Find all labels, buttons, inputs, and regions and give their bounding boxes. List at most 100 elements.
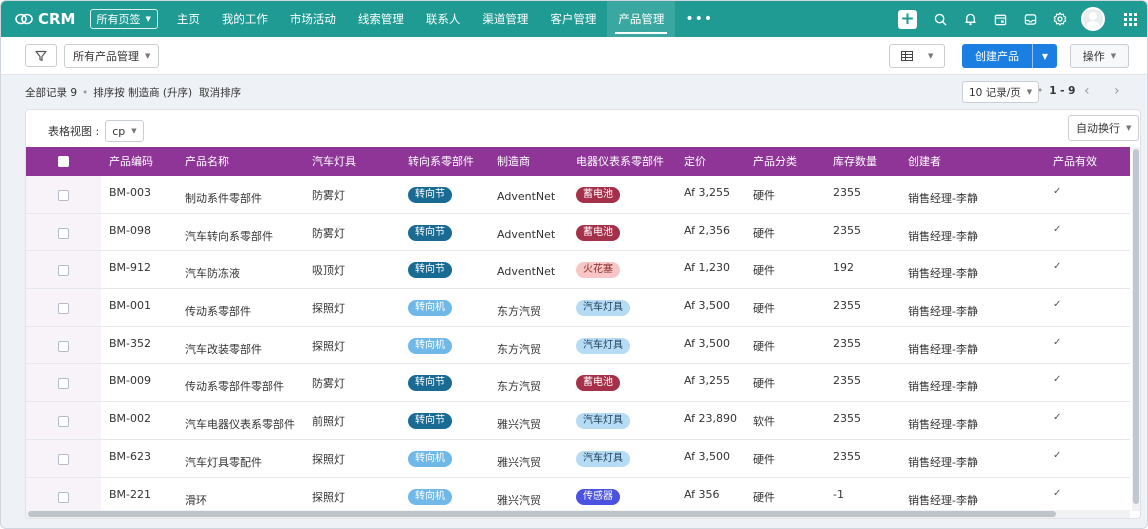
nav-item-marketing[interactable]: 市场活动: [279, 1, 347, 37]
row-checkbox[interactable]: [58, 227, 69, 239]
tag-badge: 转向节: [408, 375, 452, 392]
table-row[interactable]: BM-352 汽车改装零部件 探照灯 转向机 东方汽贸 汽车灯具 Af 3,500 硬件 235…: [26, 326, 1130, 365]
chevron-down-icon[interactable]: ▼: [1033, 52, 1057, 61]
nav-more-button[interactable]: •••: [675, 1, 723, 37]
create-product-button[interactable]: 创建产品 ▼: [962, 44, 1057, 68]
cell-valid: ✓: [1053, 186, 1062, 197]
plus-icon[interactable]: +: [898, 9, 917, 29]
nav-right-tools: +: [898, 1, 1147, 37]
table-row[interactable]: BM-912 汽车防冻液 吸顶灯 转向节 AdventNet 火花塞 Af 1,230 硬件 1…: [26, 251, 1130, 290]
table-view-toggle[interactable]: ▼: [889, 44, 945, 68]
cell-creator: 销售经理-李静: [908, 380, 978, 394]
create-product-label: 创建产品: [975, 50, 1019, 63]
all-pages-label: 所有页签: [96, 13, 141, 26]
horizontal-scrollbar[interactable]: [26, 510, 1130, 518]
cell-stock: -1: [833, 487, 844, 501]
tag-badge: 汽车灯具: [576, 300, 630, 317]
row-checkbox[interactable]: [58, 416, 69, 428]
col-header-creator[interactable]: 创建者: [908, 147, 941, 176]
col-header-valid[interactable]: 产品有效: [1053, 147, 1097, 176]
row-checkbox[interactable]: [58, 303, 69, 315]
nav-item-leads[interactable]: 线索管理: [347, 1, 415, 37]
vertical-scrollbar[interactable]: [1132, 147, 1140, 511]
col-header-steering[interactable]: 转向系零部件: [408, 147, 474, 176]
nav-item-products[interactable]: 产品管理: [607, 1, 676, 37]
user-avatar[interactable]: [1081, 7, 1105, 31]
cell-creator: 销售经理-李静: [908, 229, 978, 243]
row-checkbox[interactable]: [58, 265, 69, 277]
cell-price: Af 3,500: [684, 449, 730, 463]
nav-item-contacts[interactable]: 联系人: [415, 1, 472, 37]
select-all-checkbox[interactable]: [58, 156, 69, 167]
row-checkbox[interactable]: [58, 190, 69, 201]
cell-electric: 蓄电池: [576, 224, 620, 241]
table-view-icon: [900, 51, 913, 61]
cell-creator: 销售经理-李静: [908, 342, 978, 356]
table-row[interactable]: BM-003 制动系件零部件 防雾灯 转向节 AdventNet 蓄电池 Af 3,255 硬…: [26, 176, 1130, 214]
nav-item-home[interactable]: 主页: [166, 1, 211, 37]
app-logo[interactable]: CRM: [15, 10, 76, 28]
cell-maker: 东方汽贸: [497, 305, 541, 319]
table-row[interactable]: BM-002 汽车电器仪表系零部件 前照灯 转向节 雅兴汽贸 汽车灯具 Af 23,890 软…: [26, 402, 1130, 440]
col-header-maker[interactable]: 制造商: [497, 147, 530, 176]
cell-category: 硬件: [753, 377, 775, 391]
col-header-electric[interactable]: 电器仪表系零部件: [576, 147, 664, 176]
cell-code: BM-912: [109, 261, 152, 275]
bell-icon[interactable]: [955, 1, 985, 37]
view-select-dropdown[interactable]: 所有产品管理 ▼: [64, 44, 160, 68]
tag-badge: 蓄电池: [576, 375, 620, 392]
table-row[interactable]: BM-098 汽车转向系零部件 防雾灯 转向节 AdventNet 蓄电池 Af 2,356…: [26, 213, 1130, 252]
auto-wrap-dropdown[interactable]: 自动换行 ▼: [1068, 115, 1140, 141]
col-header-price[interactable]: 定价: [684, 147, 706, 176]
col-header-category[interactable]: 产品分类: [753, 147, 797, 176]
table-body: BM-003 制动系件零部件 防雾灯 转向节 AdventNet 蓄电池 Af 3,255 硬…: [26, 176, 1130, 516]
cell-valid: ✓: [1053, 487, 1062, 499]
search-icon[interactable]: [925, 1, 955, 37]
cell-creator: 销售经理-李静: [908, 418, 978, 432]
row-checkbox[interactable]: [58, 378, 69, 390]
cell-name: 传动系零部件零部件: [185, 380, 284, 394]
cell-code: BM-002: [109, 412, 152, 426]
col-header-stock[interactable]: 库存数量: [833, 147, 877, 176]
chevron-right-icon[interactable]: ›: [1114, 83, 1120, 99]
cell-code: BM-623: [109, 449, 152, 463]
nav-item-channels[interactable]: 渠道管理: [471, 1, 539, 37]
view-select-label: 所有产品管理: [73, 50, 139, 63]
table-row[interactable]: BM-009 传动系零部件零部件 防雾灯 转向节 东方汽贸 蓄电池 Af 3,255 硬件 23…: [26, 364, 1130, 403]
apps-grid-icon[interactable]: [1115, 1, 1145, 37]
row-checkbox[interactable]: [58, 340, 69, 352]
cell-steering: 转向节: [408, 224, 452, 241]
cell-maker: 雅兴汽贸: [497, 418, 541, 432]
chevron-down-icon: ▼: [145, 15, 151, 23]
chevron-left-icon[interactable]: ‹: [1084, 83, 1090, 99]
col-header-name[interactable]: 产品名称: [185, 147, 229, 176]
cell-electric: 汽车灯具: [576, 300, 630, 317]
row-checkbox[interactable]: [58, 491, 69, 503]
settings-icon[interactable]: [1045, 1, 1075, 37]
table-row[interactable]: BM-001 传动系零部件 探照灯 转向机 东方汽贸 汽车灯具 Af 3,500 硬件 2355…: [26, 289, 1130, 327]
inbox-icon[interactable]: [1015, 1, 1045, 37]
actions-button[interactable]: 操作 ▼: [1070, 44, 1129, 68]
cell-name: 汽车防冻液: [185, 267, 240, 281]
calendar-icon[interactable]: [985, 1, 1015, 37]
cell-name: 汽车改装零部件: [185, 342, 262, 356]
all-pages-dropdown[interactable]: 所有页签 ▼: [89, 9, 158, 29]
cell-steering: 转向节: [408, 413, 452, 430]
record-summary: 全部记录 9 • 排序按 制造商 (升序) 取消排序: [25, 87, 242, 99]
row-checkbox[interactable]: [58, 453, 69, 465]
col-header-lamp[interactable]: 汽车灯具: [312, 147, 356, 176]
nav-item-customers[interactable]: 客户管理: [539, 1, 607, 37]
cell-steering: 转向节: [408, 375, 452, 392]
col-header-code[interactable]: 产品编码: [109, 147, 153, 176]
page-size-dropdown[interactable]: 10 记录/页 ▼: [962, 81, 1040, 103]
table-row[interactable]: BM-623 汽车灯具零配件 探照灯 转向机 雅兴汽贸 汽车灯具 Af 3,500 硬件 235…: [26, 439, 1130, 478]
tag-badge: 蓄电池: [576, 224, 620, 241]
cancel-sort-link[interactable]: 取消排序: [199, 87, 241, 99]
nav-item-my-work[interactable]: 我的工作: [211, 1, 279, 37]
cell-maker: AdventNet: [497, 190, 556, 203]
cell-maker: 雅兴汽贸: [497, 493, 541, 507]
cell-creator: 销售经理-李静: [908, 192, 978, 205]
filter-button[interactable]: [25, 44, 57, 67]
table-view-dropdown[interactable]: cp ▼: [105, 120, 144, 142]
cell-price: Af 3,500: [684, 336, 730, 350]
